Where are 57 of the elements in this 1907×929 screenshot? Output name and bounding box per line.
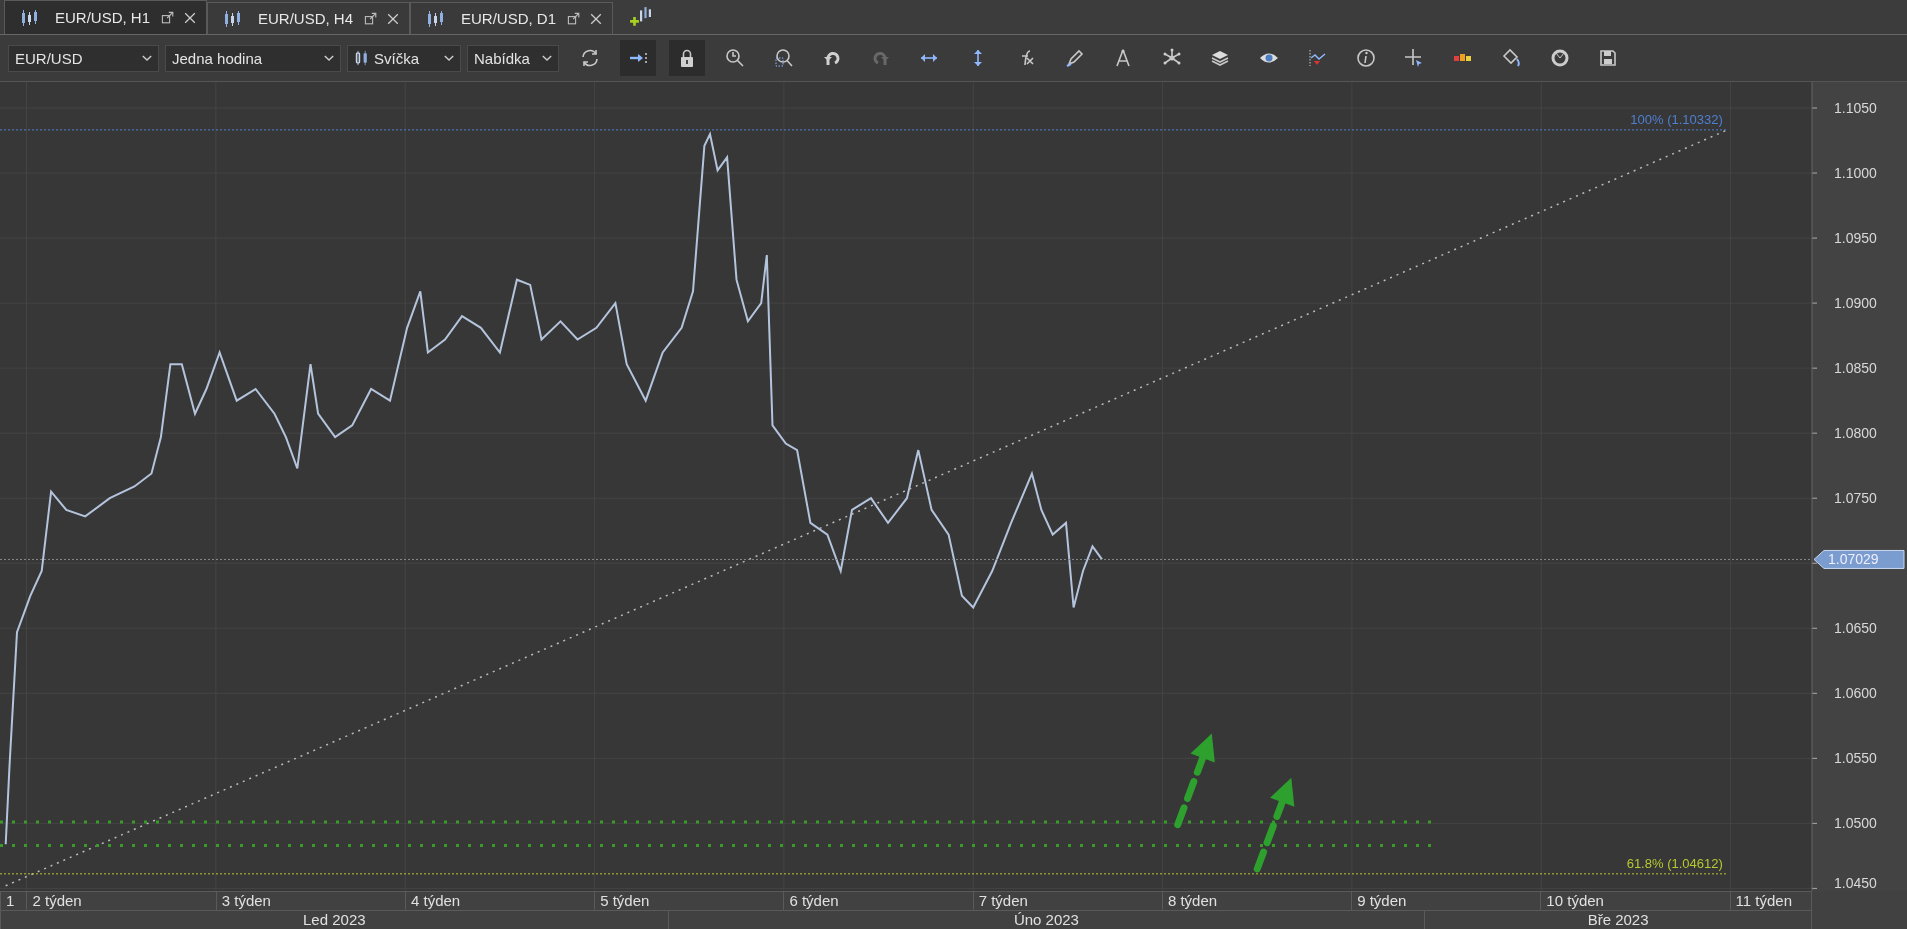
layers-icon bbox=[1210, 48, 1230, 68]
chart-alert-icon bbox=[1307, 48, 1327, 68]
chart-tab[interactable]: EUR/USD, D1 bbox=[410, 2, 613, 34]
pencil-icon bbox=[1064, 48, 1085, 68]
circle-icon bbox=[1549, 48, 1570, 68]
price-label: 1.0900 bbox=[1834, 295, 1877, 312]
month-label: Led 2023 bbox=[0, 911, 668, 929]
fibonacci-level-label: 61.8% (1.04612) bbox=[1626, 855, 1723, 871]
popout-icon[interactable] bbox=[566, 10, 582, 27]
clock-zoom-icon bbox=[725, 48, 745, 68]
price-label: 1.0800 bbox=[1834, 425, 1877, 442]
week-label: 10 týden bbox=[1540, 892, 1730, 910]
chart-type-dropdown[interactable]: Svíčka bbox=[347, 44, 461, 72]
period-dropdown[interactable]: Jedna hodina bbox=[165, 44, 341, 72]
symbol-dropdown[interactable]: EUR/USD bbox=[8, 44, 159, 72]
candlestick-icon bbox=[425, 8, 445, 29]
candlestick-icon bbox=[354, 49, 370, 67]
price-label: 1.0850 bbox=[1834, 360, 1877, 377]
price-label: 1.0500 bbox=[1834, 815, 1877, 832]
popout-icon[interactable] bbox=[160, 9, 176, 26]
refresh-icon bbox=[579, 48, 600, 68]
price-label: 1.0650 bbox=[1834, 620, 1877, 637]
save-icon bbox=[1598, 48, 1618, 68]
week-label: 1 bbox=[0, 892, 27, 910]
month-label: Bře 2023 bbox=[1424, 911, 1811, 929]
crosshair-icon bbox=[1404, 48, 1424, 68]
week-label: 4 týden bbox=[404, 892, 595, 910]
price-tag: 1.07029 bbox=[1813, 549, 1905, 569]
chart-tab[interactable]: EUR/USD, H4 bbox=[207, 2, 410, 34]
month-label: Úno 2023 bbox=[667, 911, 1425, 929]
price-label: 1.1050 bbox=[1834, 100, 1877, 116]
popout-icon[interactable] bbox=[363, 10, 379, 27]
week-label: 3 týden bbox=[215, 892, 405, 910]
price-label: 1.0750 bbox=[1834, 490, 1877, 507]
candlestick-icon bbox=[222, 8, 242, 29]
price-label: 1.0600 bbox=[1834, 685, 1877, 702]
info-icon bbox=[1355, 48, 1376, 68]
price-side-dropdown[interactable]: Nabídka bbox=[467, 44, 559, 72]
fibonacci-level-label: 100% (1.10332) bbox=[1630, 111, 1723, 127]
price-label: 1.0550 bbox=[1834, 750, 1877, 767]
price-label: 1.1000 bbox=[1834, 165, 1877, 182]
candlestick-icon bbox=[19, 7, 39, 28]
price-label: 1.0450 bbox=[1834, 875, 1877, 891]
add-chart-icon[interactable] bbox=[629, 6, 651, 28]
price-label: 1.0950 bbox=[1834, 230, 1877, 247]
week-label: 6 týden bbox=[783, 892, 973, 910]
paint-bucket-icon bbox=[1501, 48, 1521, 68]
week-label: 2 týden bbox=[26, 892, 216, 910]
chart-tab[interactable]: EUR/USD, H1 bbox=[4, 0, 207, 34]
arrow-right-button[interactable] bbox=[620, 40, 656, 76]
week-label: 9 týden bbox=[1351, 892, 1541, 910]
week-label: 11 týden bbox=[1729, 892, 1811, 910]
week-label: 7 týden bbox=[972, 892, 1162, 910]
zoom-icon bbox=[773, 48, 794, 68]
week-label: 5 týden bbox=[594, 892, 784, 910]
lock-button[interactable] bbox=[668, 40, 705, 76]
week-label: 8 týden bbox=[1161, 892, 1352, 910]
